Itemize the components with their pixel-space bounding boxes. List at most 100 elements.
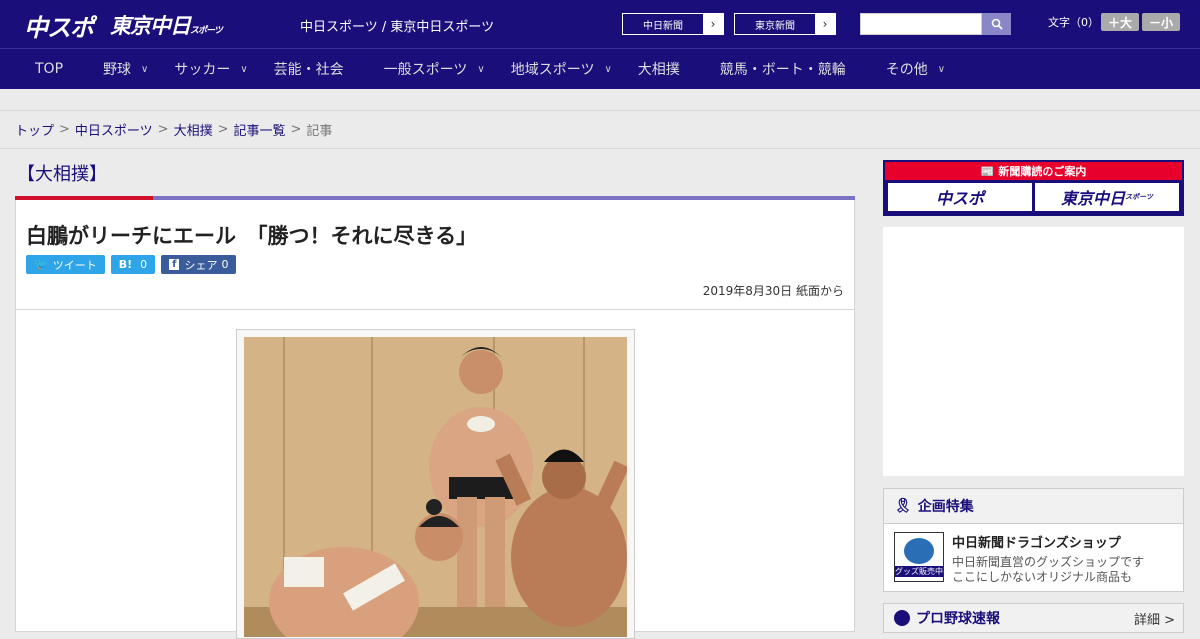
hatena-bookmark-button[interactable]: B! 0 (110, 255, 156, 274)
feature-item-desc1: 中日新聞直営のグッズショップです (952, 555, 1145, 569)
chevron-down-icon: ∨ (604, 63, 612, 75)
chevron-down-icon: ∨ (937, 63, 946, 75)
subscription-box: 📰 新聞購読のご案内 中スポ 東京中日 スポーツ (883, 160, 1184, 216)
site-name: 中日スポーツ / 東京中日スポーツ (300, 20, 495, 35)
spacer-strip (0, 89, 1200, 111)
baseball-icon (894, 610, 910, 626)
tokyo-logo-text: 東京中日 (110, 14, 191, 38)
dragons-shop-thumbnail: グッズ販売中 (894, 532, 944, 582)
nav-label: 競馬・ボート・競輪 (719, 62, 846, 78)
facebook-share-button[interactable]: f シェア 0 (161, 255, 237, 274)
article-card: 白鵬がリーチにエール 「勝つ！それに尽きる」 🐦 ツイート B! 0 f シェア 0 2… (15, 200, 855, 639)
baseball-details-link[interactable]: 詳細 > (1134, 609, 1175, 628)
sidebar: 📰 新聞購読のご案内 中スポ 東京中日 スポーツ 🎗 企画特集 グッズ販売中 中日新聞… (883, 160, 1184, 633)
feature-text: 中日新聞ドラゴンズショップ 中日新聞直営のグッズショップです ここにしかないオリ… (952, 532, 1144, 585)
nav-item-racing[interactable]: 競馬・ボート・競輪 (720, 49, 846, 90)
nav-item-sumo[interactable]: 大相撲 (638, 49, 680, 90)
share-label: シェア (184, 258, 218, 272)
chevron-right-icon: › (703, 14, 723, 34)
subscription-buttons: 中スポ 東京中日 スポーツ (885, 180, 1182, 214)
chunichi-shimbun-label: 中日新聞 (643, 20, 683, 32)
sumo-photo-image (244, 337, 627, 637)
chevron-right-icon: › (815, 14, 835, 34)
feature-item-desc2: ここにしかないオリジナル商品も (952, 570, 1133, 584)
subscription-title: 📰 新聞購読のご案内 (885, 162, 1182, 180)
nav-item-soccer[interactable]: サッカー ∨ (174, 49, 247, 90)
tweet-button[interactable]: 🐦 ツイート (26, 255, 105, 274)
subscribe-tokyo-label: 東京中日 (1061, 189, 1126, 208)
divider (16, 309, 854, 310)
chunichi-shimbun-button[interactable]: 中日新聞 › (622, 13, 724, 35)
article-dateline: 2019年8月30日 紙面から (702, 284, 844, 298)
nav-item-entertainment[interactable]: 芸能・社会 (274, 49, 344, 90)
feature-item[interactable]: グッズ販売中 中日新聞ドラゴンズショップ 中日新聞直営のグッズショップです ここ… (884, 524, 1183, 593)
category-title: 【大相撲】 (17, 164, 107, 185)
top-header: 中スポ 東京中日スポーツ 中日スポーツ / 東京中日スポーツ 中日新聞 › 東京… (0, 0, 1200, 48)
nav-label: 一般スポーツ (383, 62, 468, 78)
chuspo-logo[interactable]: 中スポ (24, 8, 94, 43)
search-input[interactable] (860, 13, 982, 35)
tokyo-chunichi-logo[interactable]: 東京中日スポーツ (110, 10, 223, 40)
feature-header: 🎗 企画特集 (884, 489, 1183, 524)
tweet-label: ツイート (52, 258, 97, 272)
nav-item-other[interactable]: その他 ∨ (886, 49, 945, 90)
baseball-scores-box: プロ野球速報 詳細 > (883, 603, 1184, 633)
feature-title: 企画特集 (917, 499, 974, 515)
breadcrumb-link-sumo[interactable]: 大相撲 (174, 120, 213, 139)
feature-item-title: 中日新聞ドラゴンズショップ (952, 536, 1121, 551)
subscribe-tokyo-small: スポーツ (1125, 193, 1153, 201)
breadcrumb: トップ > 中日スポーツ > 大相撲 > 記事一覧 > 記事 (0, 111, 1200, 149)
breadcrumb-separator: > (157, 122, 169, 137)
font-larger-button[interactable]: ＋大 (1101, 13, 1139, 31)
share-count: 0 (221, 258, 229, 271)
article-photo[interactable] (236, 329, 635, 639)
subscribe-chuspo-button[interactable]: 中スポ (888, 183, 1032, 211)
chevron-down-icon: ∨ (240, 63, 248, 75)
tokyo-shimbun-button[interactable]: 東京新聞 › (734, 13, 836, 35)
nav-label: 野球 (103, 62, 132, 78)
nav-label: サッカー (174, 62, 231, 78)
nav-label: その他 (885, 62, 928, 78)
hatena-count: 0 (140, 258, 148, 271)
breadcrumb-current: 記事 (306, 124, 333, 139)
breadcrumb-link-top[interactable]: トップ (15, 120, 54, 139)
search-button[interactable] (982, 13, 1011, 35)
nav-label: 地域スポーツ (510, 62, 595, 78)
article-headline: 白鵬がリーチにエール 「勝つ！それに尽きる」 (26, 224, 478, 248)
subscribe-tokyo-button[interactable]: 東京中日 スポーツ (1035, 183, 1179, 211)
facebook-icon: f (169, 259, 180, 270)
breadcrumb-link-chunichi-sports[interactable]: 中日スポーツ (75, 120, 153, 139)
main-content: 【大相撲】 白鵬がリーチにエール 「勝つ！それに尽きる」 🐦 ツイート B! 0 f… (15, 150, 855, 639)
thumb-label: グッズ販売中 (895, 565, 943, 577)
breadcrumb-link-article-list[interactable]: 記事一覧 (234, 120, 286, 139)
breadcrumb-separator: > (217, 122, 229, 137)
baseball-title: プロ野球速報 (916, 611, 1000, 627)
font-size-label: 文字（0） (1048, 16, 1099, 29)
subscription-title-text: 新聞購読のご案内 (998, 165, 1087, 178)
nav-item-top[interactable]: TOP (35, 49, 63, 90)
chevron-down-icon: ∨ (477, 63, 485, 75)
nav-label: 芸能・社会 (273, 62, 344, 78)
chevron-down-icon: ∨ (141, 63, 149, 75)
nav-item-local-sports[interactable]: 地域スポーツ ∨ (511, 49, 612, 90)
nav-label: TOP (35, 61, 64, 77)
nav-item-general-sports[interactable]: 一般スポーツ ∨ (384, 49, 485, 90)
breadcrumb-separator: > (290, 122, 302, 137)
twitter-icon: 🐦 (34, 258, 48, 271)
main-nav: TOP 野球 ∨ サッカー ∨ 芸能・社会 一般スポーツ ∨ 地域スポーツ ∨ 大相撲 … (0, 48, 1200, 89)
nav-label: 大相撲 (637, 62, 680, 78)
feature-box: 🎗 企画特集 グッズ販売中 中日新聞ドラゴンズショップ 中日新聞直営のグッズショッ… (883, 488, 1184, 592)
tokyo-logo-small: スポーツ (190, 26, 223, 36)
hatena-icon: B! (118, 258, 133, 271)
ad-space (883, 227, 1184, 476)
breadcrumb-separator: > (59, 122, 70, 137)
tokyo-shimbun-label: 東京新聞 (755, 20, 795, 32)
nav-item-baseball[interactable]: 野球 ∨ (103, 49, 148, 90)
ribbon-icon: 🎗 (894, 498, 912, 514)
mascot-icon (904, 537, 934, 564)
search-icon (991, 18, 1003, 30)
search-box (860, 13, 1011, 35)
newspaper-icon: 📰 (980, 164, 995, 178)
share-buttons: 🐦 ツイート B! 0 f シェア 0 (26, 255, 237, 274)
font-smaller-button[interactable]: －小 (1142, 13, 1180, 31)
